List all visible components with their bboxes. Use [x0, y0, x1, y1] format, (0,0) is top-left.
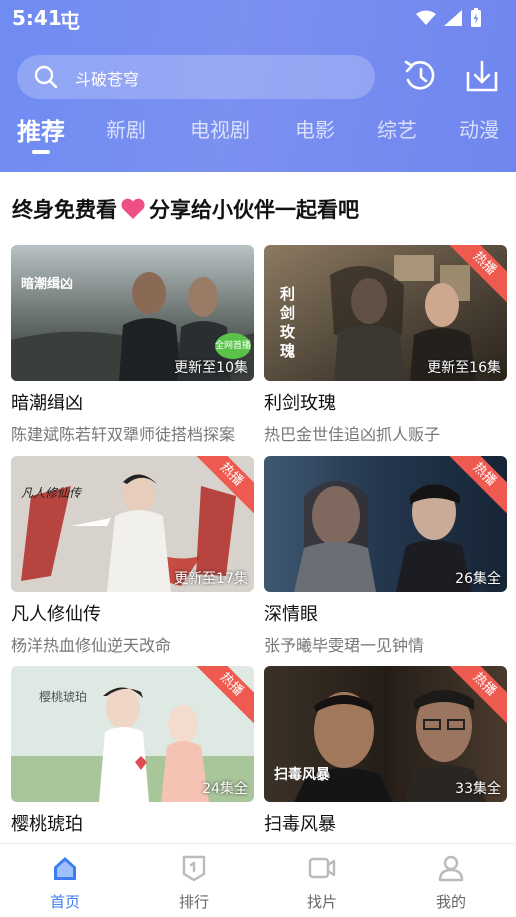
profile-icon [438, 855, 464, 882]
video-card[interactable]: 热播 26集全 深情眼 张予曦毕雯珺一见钟情 [264, 456, 507, 656]
history-icon[interactable] [402, 58, 438, 94]
active-tab-indicator [32, 150, 50, 154]
search-input[interactable]: 斗破苍穹 [17, 55, 375, 99]
ranking-icon [182, 855, 206, 882]
card-subtitle: 杨洋热血修仙逆天改命 [11, 636, 172, 655]
bottom-nav: 首页 排行 找片 我的 [0, 843, 516, 917]
episode-label: 更新至16集 [427, 360, 501, 376]
poster-title-text: 樱桃琥珀 [39, 690, 88, 704]
tab-variety[interactable]: 综艺 [377, 114, 417, 143]
tab-recommend[interactable]: 推荐 [17, 112, 65, 147]
tab-new[interactable]: 新剧 [106, 114, 146, 143]
nav-profile-label: 我的 [435, 893, 466, 911]
nav-home-label: 首页 [49, 893, 80, 911]
signal-icon [444, 10, 462, 26]
nav-ranking-label: 排行 [178, 893, 209, 911]
video-card[interactable]: 扫毒风暴 热播 33集全 扫毒风暴 [264, 666, 507, 836]
poster-title-text: 暗潮缉凶 [21, 277, 74, 292]
card-title: 凡人修仙传 [11, 604, 101, 625]
card-title: 扫毒风暴 [264, 814, 336, 835]
card-title: 暗潮缉凶 [11, 393, 83, 414]
poster[interactable]: 热播 26集全 [264, 456, 507, 592]
nav-find[interactable]: 找片 [272, 844, 372, 917]
video-icon [308, 857, 336, 879]
card-title: 利剑玫瑰 [264, 393, 336, 414]
heart-icon [121, 198, 145, 219]
battery-icon [471, 8, 481, 27]
video-card[interactable]: 暗潮缉凶 全网首播 更新至10集 暗潮缉凶 陈建斌陈若轩双犟师徒搭档探案 [11, 245, 254, 445]
home-icon [54, 857, 76, 880]
episode-label: 更新至17集 [174, 571, 248, 587]
episode-label: 33集全 [455, 781, 501, 797]
poster[interactable]: 樱桃琥珀 热播 24集全 [11, 666, 254, 802]
nav-home[interactable]: 首页 [15, 844, 115, 917]
wifi-icon [416, 10, 436, 25]
card-subtitle: 张予曦毕雯珺一见钟情 [264, 636, 425, 655]
video-card[interactable]: 凡人修仙传 热播 更新至17集 凡人修仙传 杨洋热血修仙逆天改命 [11, 456, 254, 656]
card-title: 深情眼 [264, 604, 318, 625]
episode-label: 26集全 [455, 571, 501, 587]
category-tabs: 推荐 新剧 电视剧 电影 综艺 动漫 [0, 114, 516, 162]
tab-movie[interactable]: 电影 [295, 114, 335, 143]
card-subtitle: 陈建斌陈若轩双犟师徒搭档探案 [11, 425, 236, 444]
episode-label: 更新至10集 [174, 360, 248, 376]
status-time: 5:41 [12, 6, 62, 30]
poster-title-text: 扫毒风暴 [274, 767, 330, 783]
tab-tv[interactable]: 电视剧 [190, 114, 250, 143]
tab-anime[interactable]: 动漫 [459, 114, 499, 143]
search-icon [34, 65, 58, 89]
status-bar: 5:41 屯 [0, 0, 516, 36]
poster[interactable]: 利剑玫瑰 热播 更新至16集 [264, 245, 507, 381]
video-card[interactable]: 利剑玫瑰 热播 更新至16集 利剑玫瑰 热巴金世佳追凶抓人贩子 [264, 245, 507, 445]
nav-find-label: 找片 [306, 893, 337, 911]
promo-text-after: 分享给小伙伴一起看吧 [149, 198, 359, 222]
status-icons [416, 8, 482, 28]
header: 5:41 屯 斗破苍穹 推荐 新剧 电视剧 电影 综艺 动漫 [0, 0, 516, 172]
poster[interactable]: 暗潮缉凶 全网首播 更新至10集 [11, 245, 254, 381]
poster-title-text: 利剑玫瑰 [280, 285, 296, 360]
download-icon[interactable] [464, 58, 500, 94]
card-title: 樱桃琥珀 [11, 814, 83, 835]
promo-text-before: 终身免费看 [12, 198, 117, 222]
promo-banner[interactable]: 终身免费看 分享给小伙伴一起看吧 [12, 194, 359, 224]
poster[interactable]: 凡人修仙传 热播 更新至17集 [11, 456, 254, 592]
episode-label: 24集全 [202, 781, 248, 797]
premiere-badge: 全网首播 [215, 333, 251, 359]
card-subtitle: 热巴金世佳追凶抓人贩子 [264, 425, 441, 444]
video-card[interactable]: 樱桃琥珀 热播 24集全 樱桃琥珀 [11, 666, 254, 836]
poster-title-text: 凡人修仙传 [21, 486, 82, 500]
poster[interactable]: 扫毒风暴 热播 33集全 [264, 666, 507, 802]
notification-icon: 屯 [60, 9, 80, 33]
nav-ranking[interactable]: 排行 [144, 844, 244, 917]
nav-profile[interactable]: 我的 [401, 844, 501, 917]
search-placeholder: 斗破苍穹 [75, 70, 140, 89]
